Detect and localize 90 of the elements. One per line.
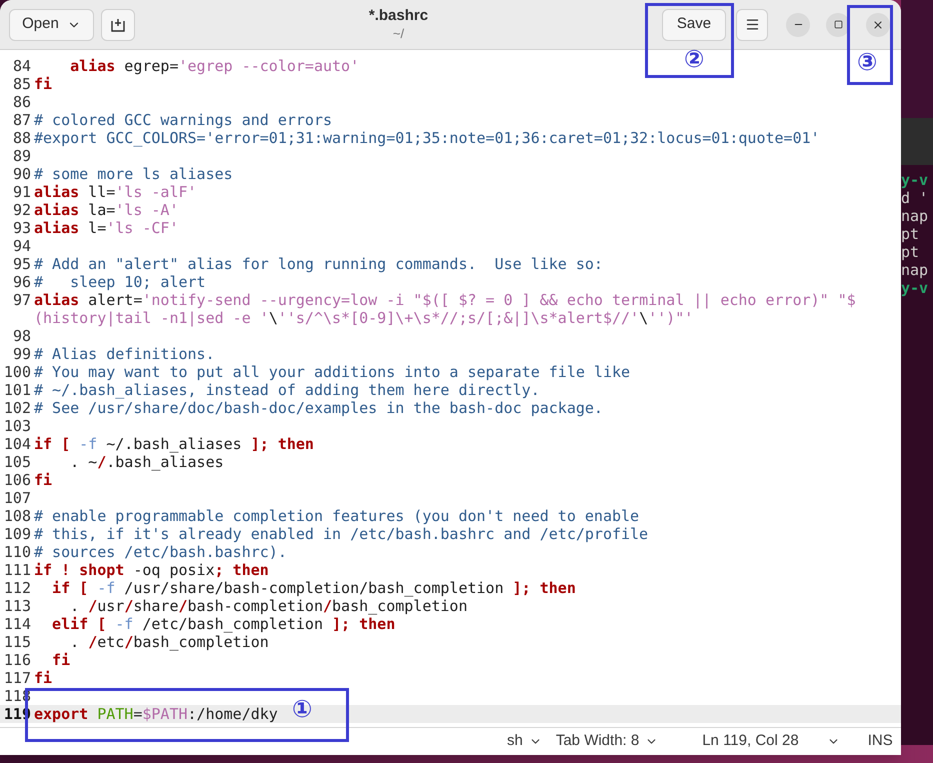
open-button[interactable]: Open (9, 8, 94, 40)
menu-icon (744, 17, 760, 32)
code-line: # See /usr/share/doc/bash-doc/examples in the bash-doc package. (34, 399, 603, 417)
maximize-icon (834, 20, 842, 29)
line-number: 116 (2, 651, 32, 669)
line-number: 91 (12, 183, 32, 201)
terminal-header (901, 118, 933, 165)
line-number: 104 (2, 435, 32, 453)
code-line: export PATH=$PATH:/home/dky (34, 705, 278, 723)
line-number: 86 (12, 93, 32, 111)
terminal-text: pt (901, 225, 920, 243)
code-line: fi (34, 669, 52, 687)
line-number: 84 (12, 57, 32, 75)
line-number: 112 (2, 579, 32, 597)
line-number: 89 (12, 147, 32, 165)
line-number: 105 (2, 453, 32, 471)
line-number: 110 (2, 543, 32, 561)
code-line: . /etc/bash_completion (70, 633, 269, 651)
code-line: # You may want to put all your additions into a separate file like (34, 363, 630, 381)
insert-mode: INS (868, 731, 893, 752)
line-number: 93 (12, 219, 32, 237)
code-line: #export GCC_COLORS='error=01;31:warning=01;35:note=01;36:caret=01;32:locus=01:quote=01' (34, 129, 820, 147)
code-line: alias ll='ls -alF' (34, 183, 197, 201)
code-line: # some more ls aliases (34, 165, 233, 183)
line-number: 117 (2, 669, 32, 687)
annotation-number: ③ (857, 50, 878, 74)
code-line: fi (52, 651, 70, 669)
new-tab-icon (111, 18, 125, 32)
cursor-position[interactable]: Ln 119, Col 28 (702, 730, 799, 753)
tab-width-dropdown[interactable]: Tab Width: 8 (556, 730, 658, 753)
close-button[interactable] (866, 12, 890, 36)
code-line: elif [ -f /etc/bash_completion ]; then (51, 615, 396, 633)
line-number: 103 (2, 417, 32, 435)
line-number: 111 (2, 561, 32, 579)
code-line: alias egrep='egrep --color=auto' (69, 57, 360, 75)
line-number: 87 (12, 111, 32, 129)
code-line: # this, if it's already enabled in /etc/bash.bashrc and /etc/profile (34, 525, 648, 543)
line-number: 88 (12, 129, 32, 147)
line-number: 108 (2, 507, 32, 525)
menu-button[interactable] (736, 8, 768, 40)
line-number: 97 (12, 291, 32, 309)
line-number: 101 (2, 381, 32, 399)
code-line: if [ -f ~/.bash_aliases ]; then (34, 435, 314, 453)
terminal-text: nap (901, 207, 930, 225)
line-number: 96 (12, 273, 32, 291)
line-number: 94 (12, 237, 32, 255)
code-line: if ! shopt -oq posix; then (34, 561, 269, 579)
code-line: # colored GCC warnings and errors (34, 111, 332, 129)
save-button[interactable]: Save (662, 8, 726, 40)
terminal-text: pt (901, 243, 920, 261)
code-line: # Alias definitions. (34, 345, 215, 363)
line-number: 107 (2, 489, 32, 507)
code-line: # sleep 10; alert (34, 273, 206, 291)
line-number: 99 (12, 345, 32, 363)
code-line: . /usr/share/bash-completion/bash_completion (69, 597, 468, 615)
line-number: 115 (2, 633, 32, 651)
window-title: *.bashrc (368, 7, 428, 26)
code-line: fi (34, 75, 52, 93)
code-line: # enable programmable completion features (you don't need to enable (34, 507, 640, 525)
terminal-text: y-v (901, 279, 930, 297)
line-number: 92 (12, 201, 32, 219)
code-line: (history|tail -n1|sed -e '\''s/^\s*[0-9]\+\s*//;s/[;&|]\s*alert$//'\'')"' (34, 309, 694, 327)
line-number: 85 (12, 75, 32, 93)
line-number: 90 (12, 165, 32, 183)
code-line: if [ -f /usr/share/bash-completion/bash_completion ]; then (51, 579, 576, 597)
close-icon (872, 18, 884, 30)
line-number: 102 (2, 399, 32, 417)
terminal-text: nap (901, 261, 930, 279)
code-line: alias la='ls -A' (34, 201, 178, 219)
line-number: 98 (12, 327, 32, 345)
window-subtitle: ~/ (392, 26, 404, 42)
line-number: 113 (2, 597, 32, 615)
annotation-number: ② (684, 47, 704, 71)
new-tab-button[interactable] (101, 8, 135, 40)
annotation-number: ① (292, 697, 312, 721)
line-number: 106 (2, 471, 32, 489)
terminal-text: d ' (901, 189, 930, 207)
code-line: . ~/.bash_aliases (69, 453, 224, 471)
language-dropdown[interactable]: sh (507, 730, 542, 753)
terminal-text: y-v (901, 171, 930, 189)
line-number: 100 (2, 363, 32, 381)
line-number: 95 (12, 255, 32, 273)
line-number: 109 (2, 525, 32, 543)
code-line: alias alert='notify-send --urgency=low -i "$([ $? = 0 ] && echo terminal || echo error)" "$ (34, 291, 856, 309)
code-line: # Add an "alert" alias for long running commands. Use like so: (34, 255, 603, 273)
code-line: fi (34, 471, 52, 489)
line-number: 114 (2, 615, 32, 633)
code-line: alias l='ls -CF' (34, 219, 178, 237)
code-line: # ~/.bash_aliases, instead of adding them here directly. (34, 381, 540, 399)
code-line: # sources /etc/bash.bashrc). (34, 543, 287, 561)
